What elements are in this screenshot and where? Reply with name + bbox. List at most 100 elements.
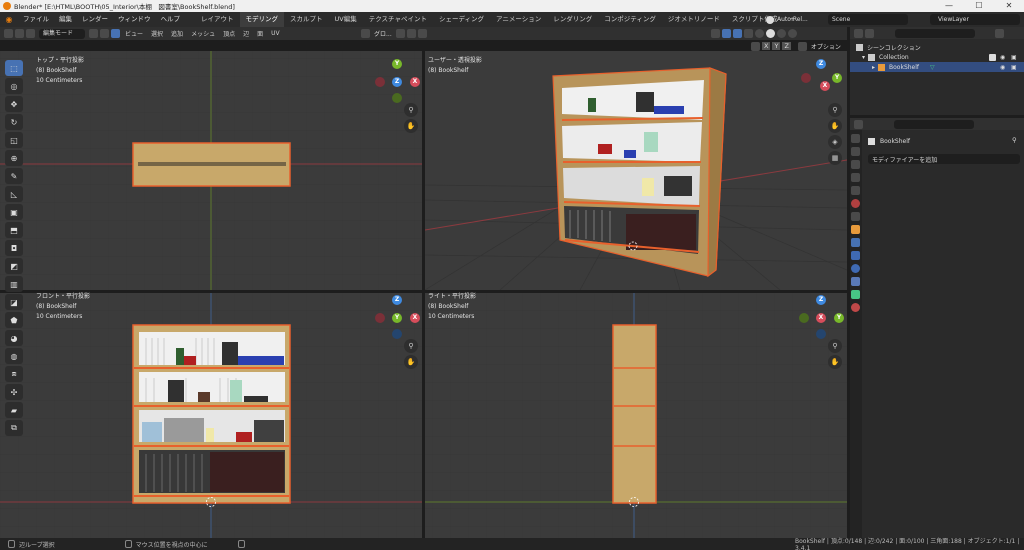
outliner-collection[interactable]: ▾ Collection ◉ ▣ [850, 52, 1024, 62]
mesh-data-icon[interactable]: ▽ [930, 64, 935, 71]
expand-arrow-icon[interactable]: ▸ [872, 64, 875, 71]
menu-vertex[interactable]: 頂点 [219, 29, 239, 38]
select-mode-icon[interactable] [26, 29, 35, 38]
transform-tool-icon[interactable]: ⊕ [5, 150, 23, 166]
tab-sculpt[interactable]: スカルプト [284, 12, 329, 27]
gizmo-x-axis[interactable]: X [820, 81, 830, 91]
menu-uv[interactable]: UV [267, 30, 284, 37]
tab-animation[interactable]: アニメーション [490, 12, 547, 27]
constraints-tab-icon[interactable] [851, 277, 860, 286]
gizmo-x-axis[interactable]: X [410, 77, 420, 87]
gizmo-neg-z-icon[interactable] [392, 329, 402, 339]
world-tab-icon[interactable] [851, 199, 860, 208]
pan-hand-icon[interactable]: ✋ [828, 119, 842, 133]
material-shading-icon[interactable] [777, 29, 786, 38]
gizmo-y-axis[interactable]: Y [392, 313, 402, 323]
gizmo-neg-x-icon[interactable] [375, 313, 385, 323]
collection-tab-icon[interactable] [851, 212, 860, 221]
orientation-dropdown[interactable]: グロ... [371, 29, 395, 38]
move-tool-icon[interactable]: ✥ [5, 96, 23, 112]
xray-icon[interactable] [744, 29, 753, 38]
gizmo-neg-z-icon[interactable] [816, 329, 826, 339]
menu-render[interactable]: レンダー [77, 12, 113, 27]
zoom-icon[interactable]: ⚲ [828, 103, 842, 117]
viewport-user-perspective[interactable] [424, 51, 847, 291]
gizmo-neg-y-icon[interactable] [799, 313, 809, 323]
tab-modeling[interactable]: モデリング [239, 12, 284, 27]
zoom-icon[interactable]: ⚲ [404, 103, 418, 117]
add-cube-tool-icon[interactable]: ▣ [5, 204, 23, 220]
blender-menu-icon[interactable]: ◉ [0, 15, 18, 24]
menu-edit[interactable]: 編集 [54, 12, 77, 27]
visibility-eye-icon[interactable]: ◉ [1000, 54, 1005, 61]
zoom-icon[interactable]: ⚲ [828, 339, 842, 353]
quad-viewports[interactable] [0, 40, 847, 538]
properties-search[interactable] [894, 119, 974, 129]
spin-tool-icon[interactable]: ◕ [5, 330, 23, 346]
mode-dropdown[interactable]: 編集モード [39, 28, 86, 39]
snap-icon[interactable] [406, 29, 416, 38]
menu-edge[interactable]: 辺 [239, 29, 253, 38]
tab-uv-edit[interactable]: UV編集 [329, 12, 363, 27]
pan-hand-icon[interactable]: ✋ [828, 355, 842, 369]
render-tab-icon[interactable] [851, 147, 860, 156]
outliner-scene-collection[interactable]: シーンコレクション [850, 42, 1024, 52]
material-tab-icon[interactable] [851, 303, 860, 312]
menu-window[interactable]: ウィンドウ [113, 12, 156, 27]
wireframe-shading-icon[interactable] [755, 29, 764, 38]
select-mode-icon[interactable] [15, 29, 24, 38]
visibility-eye-icon[interactable]: ◉ [1000, 64, 1005, 71]
scale-tool-icon[interactable]: ◱ [5, 132, 23, 148]
particles-tab-icon[interactable] [851, 251, 860, 260]
tab-texture-paint[interactable]: テクスチャペイント [363, 12, 433, 27]
tab-geometry-nodes[interactable]: ジオメトリノード [662, 12, 726, 27]
shear-tool-icon[interactable]: ▰ [5, 402, 23, 418]
gizmo-toggle-icon[interactable] [722, 29, 731, 38]
menu-help[interactable]: ヘルプ [156, 12, 186, 27]
cursor-tool-icon[interactable]: ◎ [5, 78, 23, 94]
checkbox-icon[interactable] [989, 53, 996, 61]
minimize-button[interactable]: — [934, 0, 964, 12]
nav-gizmo-top[interactable]: Y X Z [372, 57, 422, 107]
display-mode-icon[interactable] [865, 28, 874, 38]
outliner-object-bookshelf[interactable]: ▸ BookShelf ▽ ◉ ▣ [850, 62, 1024, 72]
edge-select-icon[interactable] [100, 29, 110, 38]
close-button[interactable]: ✕ [994, 0, 1024, 12]
smooth-tool-icon[interactable]: ◍ [5, 348, 23, 364]
ortho-toggle-icon[interactable]: ▦ [828, 151, 842, 165]
vertex-select-icon[interactable] [89, 29, 99, 38]
poly-build-tool-icon[interactable]: ⬟ [5, 312, 23, 328]
nav-gizmo-user[interactable]: Z Y X [796, 57, 846, 107]
tab-shading[interactable]: シェーディング [433, 12, 490, 27]
measure-tool-icon[interactable]: ◺ [5, 186, 23, 202]
bevel-tool-icon[interactable]: ◩ [5, 258, 23, 274]
camera-view-icon[interactable]: ◈ [828, 135, 842, 149]
gizmo-z-axis[interactable]: Z [816, 59, 826, 69]
scene-tab-icon[interactable] [851, 186, 860, 195]
select-box-tool-icon[interactable]: ⬚ [5, 60, 23, 76]
nav-gizmo-front[interactable]: Z X Y [372, 293, 422, 343]
tool-tab-icon[interactable] [851, 134, 860, 143]
filter-icon[interactable] [995, 28, 1004, 38]
proportional-edit-icon[interactable] [417, 29, 427, 38]
tab-rendering[interactable]: レンダリング [547, 12, 598, 27]
render-camera-icon[interactable]: ▣ [1011, 54, 1017, 61]
gizmo-y-axis[interactable]: Y [832, 73, 842, 83]
render-camera-icon[interactable]: ▣ [1011, 64, 1017, 71]
outliner-search[interactable] [895, 28, 975, 38]
zoom-icon[interactable]: ⚲ [404, 339, 418, 353]
menu-file[interactable]: ファイル [18, 12, 54, 27]
gizmo-y-axis[interactable]: Y [392, 59, 402, 69]
gizmo-neg-y-icon[interactable] [392, 93, 402, 103]
shrink-tool-icon[interactable]: ✣ [5, 384, 23, 400]
rotate-tool-icon[interactable]: ↻ [5, 114, 23, 130]
solid-shading-icon[interactable] [766, 29, 775, 38]
inset-tool-icon[interactable]: ◘ [5, 240, 23, 256]
gizmo-y-axis[interactable]: Y [834, 313, 844, 323]
view-object-types-icon[interactable] [711, 29, 720, 38]
gizmo-z-axis[interactable]: Z [392, 295, 402, 305]
outliner-editor-icon[interactable] [854, 28, 863, 38]
overlay-toggle-icon[interactable] [733, 29, 742, 38]
view-layer-selector[interactable]: ViewLayer [930, 14, 1020, 25]
gizmo-z-axis[interactable]: Z [392, 77, 402, 87]
